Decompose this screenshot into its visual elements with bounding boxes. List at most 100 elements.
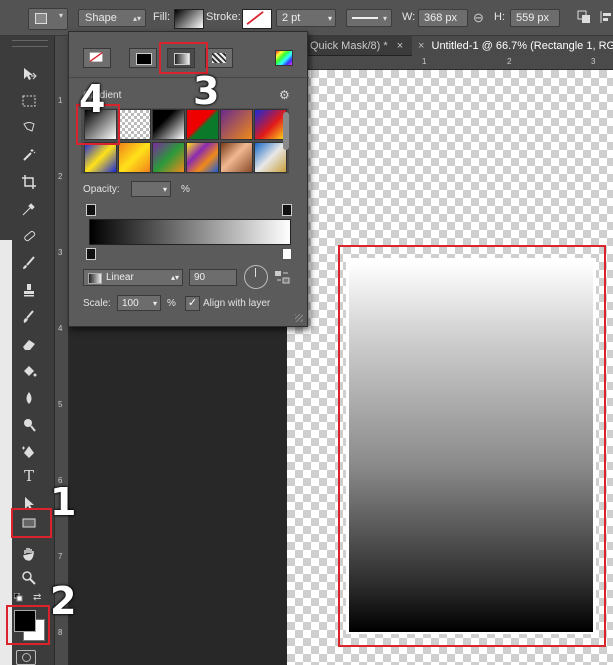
gear-icon[interactable]: ⚙ — [279, 88, 290, 102]
tab-label: Untitled-1 @ 66.7% (Rectangle 1, RGB — [431, 40, 613, 52]
width-field[interactable]: 368 px — [418, 9, 468, 27]
stroke-type-select[interactable]: ▾ — [346, 9, 392, 27]
clone-stamp-icon[interactable] — [18, 280, 40, 300]
history-brush-icon[interactable] — [18, 307, 40, 327]
swap-colors-icon[interactable]: ⇄ — [33, 592, 41, 603]
eraser-icon[interactable] — [18, 334, 40, 354]
vertical-ruler: 1 2 3 4 5 6 7 8 — [55, 36, 69, 665]
fill-type-panel: Gradient ⚙ Opacity: ▾ % Linear ▴▾ 90 Sca… — [68, 31, 309, 327]
height-field[interactable]: 559 px — [510, 9, 560, 27]
panel-grip[interactable] — [12, 40, 48, 47]
opacity-unit: % — [181, 184, 190, 195]
path-alignment-icon[interactable] — [600, 10, 613, 24]
ruler-number: 4 — [58, 324, 63, 333]
width-value: 368 px — [424, 12, 458, 24]
opacity-stop-right[interactable] — [282, 204, 292, 216]
horizontal-ruler: 1 2 3 — [300, 56, 613, 70]
color-picker-icon[interactable] — [275, 50, 293, 66]
crop-tool-icon[interactable] — [18, 172, 40, 192]
lasso-tool-icon[interactable] — [18, 118, 40, 138]
ruler-number: 8 — [58, 628, 63, 637]
fill-swatch[interactable] — [174, 9, 204, 29]
opacity-stop-left[interactable] — [86, 204, 96, 216]
color-stop-left[interactable] — [86, 248, 96, 260]
resize-grip-icon[interactable] — [295, 314, 303, 322]
gradient-preset-spectrum[interactable] — [186, 142, 219, 173]
paint-bucket-icon[interactable] — [18, 361, 40, 381]
no-fill-button[interactable] — [83, 48, 111, 68]
gradient-preset-orange-yellow-orange[interactable] — [118, 142, 151, 173]
angle-value: 90 — [194, 272, 206, 283]
gradient-type-select[interactable]: Linear ▴▾ — [83, 269, 183, 286]
gradient-ramp[interactable] — [89, 219, 291, 245]
zoom-tool-icon[interactable] — [18, 568, 40, 588]
pen-tool-icon[interactable] — [18, 442, 40, 462]
quick-mask-icon[interactable] — [16, 650, 36, 665]
gradient-preset-black-white-2[interactable] — [152, 109, 185, 140]
opacity-field[interactable]: ▾ — [131, 181, 171, 197]
tab-quick-mask[interactable]: Quick Mask/8) * × — [304, 36, 409, 56]
dodge-tool-icon[interactable] — [18, 415, 40, 435]
close-icon[interactable]: × — [418, 40, 424, 52]
gradient-preset-violet-orange[interactable] — [220, 109, 253, 140]
blur-tool-icon[interactable] — [18, 388, 40, 408]
gradient-preset-red-green[interactable] — [186, 109, 219, 140]
gradient-preset-copper[interactable] — [220, 142, 253, 173]
tab-label: Quick Mask/8) * — [310, 40, 388, 52]
ruler-number: 5 — [58, 400, 63, 409]
shape-mode-select[interactable]: Shape ▴▾ — [78, 9, 146, 27]
color-stop-right[interactable] — [282, 248, 292, 260]
reverse-gradient-icon[interactable] — [274, 269, 290, 285]
scale-label: Scale: — [83, 298, 111, 309]
ruler-number: 1 — [422, 57, 427, 66]
default-colors-icon[interactable] — [13, 592, 23, 602]
canvas-annotation-box — [338, 245, 606, 647]
preset-scrollbar[interactable] — [283, 112, 289, 150]
ruler-number: 2 — [507, 57, 512, 66]
type-tool-icon[interactable]: T — [18, 466, 40, 486]
align-with-layer-label: Align with layer — [203, 298, 271, 309]
path-operations-icon[interactable] — [577, 10, 591, 24]
link-icon[interactable]: ⊖ — [473, 10, 484, 26]
healing-brush-icon[interactable] — [18, 226, 40, 246]
eyedropper-icon[interactable] — [18, 199, 40, 219]
magic-wand-icon[interactable] — [18, 145, 40, 165]
gradient-preset-transparent[interactable] — [118, 109, 151, 140]
document-tabs: Quick Mask/8) * × × Untitled-1 @ 66.7% (… — [300, 36, 613, 56]
ruler-number: 7 — [58, 552, 63, 561]
brush-tool-icon[interactable] — [18, 253, 40, 273]
solid-color-button[interactable] — [129, 48, 157, 68]
annotation-number: 3 — [193, 69, 220, 113]
scale-field[interactable]: 100 ▾ — [117, 295, 161, 311]
ruler-number: 2 — [58, 172, 63, 181]
pattern-button[interactable] — [205, 48, 233, 68]
gradient-preset-blue-yellow-blue[interactable] — [84, 142, 117, 173]
scale-value: 100 — [122, 298, 139, 309]
angle-dial[interactable] — [244, 265, 268, 289]
tab-untitled-1[interactable]: × Untitled-1 @ 66.7% (Rectangle 1, RGB — [412, 36, 613, 56]
fill-label: Fill: — [153, 11, 171, 23]
ruler-number: 1 — [58, 96, 63, 105]
stroke-width-field[interactable]: 2 pt ▾ — [276, 9, 336, 27]
marquee-tool-icon[interactable] — [18, 91, 40, 111]
annotation-number: 2 — [50, 579, 77, 623]
height-label: H: — [494, 11, 505, 23]
close-icon[interactable]: × — [397, 40, 403, 52]
angle-field[interactable]: 90 — [189, 269, 237, 286]
hand-tool-icon[interactable] — [18, 544, 40, 564]
tool-preset-picker[interactable]: ▾ — [28, 8, 68, 30]
shape-mode-value: Shape — [85, 12, 117, 24]
gradient-type-value: Linear — [106, 272, 134, 283]
stroke-width-value: 2 pt — [282, 12, 301, 24]
annotation-number: 1 — [50, 480, 77, 524]
gradient-preset-violet-green-orange[interactable] — [152, 142, 185, 173]
move-tool-icon[interactable] — [18, 64, 40, 84]
foreground-color-swatch[interactable] — [14, 610, 36, 632]
rectangle-tool-annotation-box — [11, 508, 52, 538]
stroke-swatch[interactable] — [242, 9, 272, 29]
opacity-label: Opacity: — [83, 184, 120, 195]
stroke-label: Stroke: — [206, 11, 241, 23]
align-with-layer-checkbox[interactable]: ✓ — [185, 296, 200, 311]
scale-unit: % — [167, 298, 176, 309]
annotation-number: 4 — [79, 77, 106, 121]
